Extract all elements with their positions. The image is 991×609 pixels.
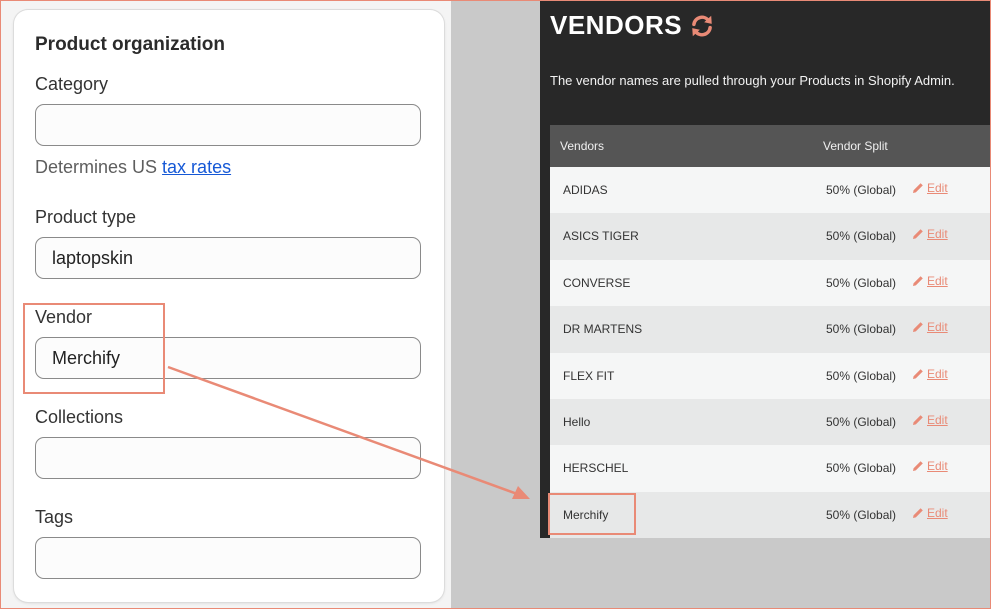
vendor-highlight-box: [23, 303, 165, 394]
merchify-row-highlight-box: [548, 493, 636, 535]
